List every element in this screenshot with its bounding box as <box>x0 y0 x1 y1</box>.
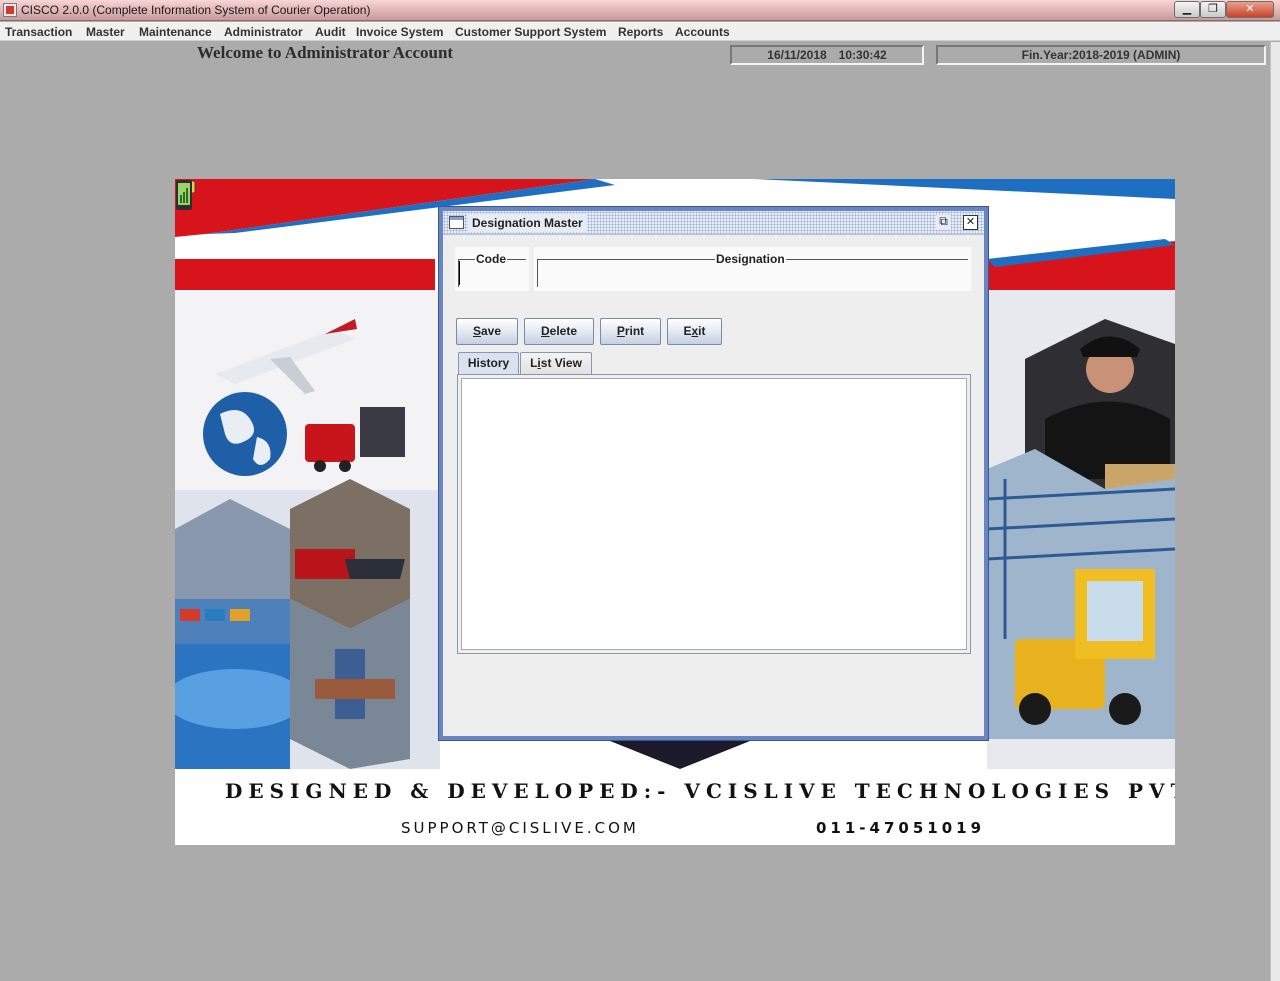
menu-master[interactable]: Master <box>86 25 125 39</box>
code-fieldset: Code <box>455 247 529 291</box>
dialog-title: Designation Master <box>468 214 587 232</box>
minimize-button[interactable]: ▁ <box>1174 1 1200 18</box>
menu-transaction[interactable]: Transaction <box>5 25 72 39</box>
tab-list-view[interactable]: List View <box>520 352 592 374</box>
restore-icon[interactable]: ⧉ <box>936 215 951 230</box>
right-edge-panel <box>1270 42 1280 981</box>
exit-button[interactable]: Exit <box>667 318 722 345</box>
delete-button[interactable]: Delete <box>524 318 594 345</box>
print-button[interactable]: Print <box>600 318 661 345</box>
maximize-button[interactable]: ❐ <box>1200 1 1226 18</box>
menu-administrator[interactable]: Administrator <box>224 25 303 39</box>
title-bar: CISCO 2.0.0 (Complete Information System… <box>0 0 1280 21</box>
menu-audit[interactable]: Audit <box>315 25 346 39</box>
welcome-text: Welcome to Administrator Account <box>197 43 454 62</box>
menu-invoice-system[interactable]: Invoice System <box>356 25 443 39</box>
phone-icon <box>176 180 192 210</box>
financial-year-status: Fin.Year:2018-2019 (ADMIN) <box>936 45 1266 65</box>
support-phone: 011-47051019 <box>816 819 986 837</box>
code-input[interactable] <box>459 261 523 285</box>
menu-reports[interactable]: Reports <box>618 25 663 39</box>
history-list[interactable] <box>461 378 967 650</box>
tab-history[interactable]: History <box>458 352 519 374</box>
menu-accounts[interactable]: Accounts <box>675 25 730 39</box>
developer-credit: DESIGNED & DEVELOPED:- VCISLIVE TECHNOLO… <box>225 779 1175 803</box>
dialog-title-bar[interactable]: Designation Master ⧉ ✕ <box>443 211 984 235</box>
history-panel <box>457 374 971 654</box>
app-icon <box>3 3 17 17</box>
menu-bar: Transaction Master Maintenance Administr… <box>0 22 1280 41</box>
time-text: 10:30:42 <box>838 48 887 62</box>
menu-maintenance[interactable]: Maintenance <box>139 25 212 39</box>
close-icon[interactable]: ✕ <box>963 215 978 230</box>
datetime-status: 16/11/2018 10:30:42 <box>730 45 924 65</box>
designation-input[interactable] <box>538 261 966 285</box>
date-text: 16/11/2018 <box>767 48 827 62</box>
menu-customer-support-system[interactable]: Customer Support System <box>455 25 606 39</box>
support-email: SUPPORT@CISLIVE.COM <box>401 819 639 837</box>
window-icon <box>449 216 464 229</box>
save-button[interactable]: Save <box>456 318 518 345</box>
window-title: CISCO 2.0.0 (Complete Information System… <box>21 3 371 17</box>
designation-fieldset: Designation <box>534 247 971 291</box>
designation-master-dialog: Designation Master ⧉ ✕ Code Designation … <box>439 207 988 740</box>
close-button[interactable]: ✕ <box>1226 1 1274 18</box>
